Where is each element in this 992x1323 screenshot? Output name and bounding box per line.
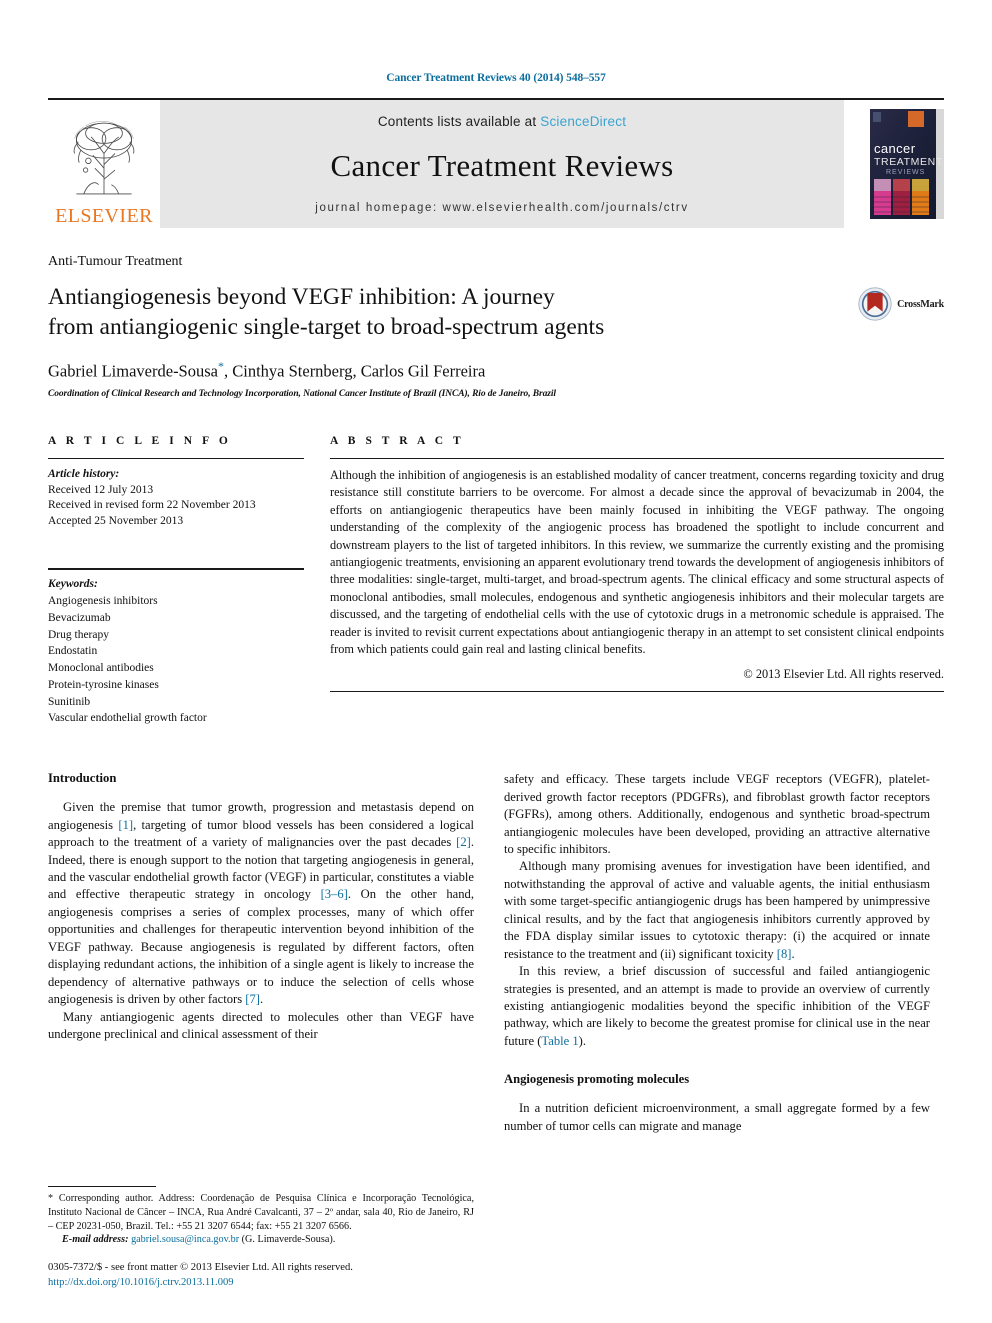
article-info-column: A R T I C L E I N F O Article history: R…	[48, 435, 304, 728]
keyword-item: Monoclonal antibodies	[48, 662, 154, 675]
text-run: . On the other hand, angiogenesis compri…	[48, 887, 474, 1007]
keywords-block: Keywords: Angiogenesis inhibitors Bevaci…	[48, 568, 304, 727]
abstract-bottom-rule	[330, 690, 944, 692]
elsevier-wordmark: ELSEVIER	[55, 205, 153, 227]
article-history-accepted: Accepted 25 November 2013	[48, 515, 184, 528]
title-block: Anti-Tumour Treatment Antiangiogenesis b…	[48, 254, 944, 399]
doi-link[interactable]: http://dx.doi.org/10.1016/j.ctrv.2013.11…	[48, 1276, 474, 1291]
abstract-column: A B S T R A C T Although the inhibition …	[330, 435, 944, 728]
citation-ref[interactable]: [1]	[118, 818, 133, 832]
citation-ref[interactable]: [8]	[777, 947, 792, 961]
article-history-received: Received 12 July 2013	[48, 483, 154, 496]
article-info-heading: A R T I C L E I N F O	[48, 434, 232, 447]
paragraph-right-3: In this review, a brief discussion of su…	[504, 963, 930, 1050]
svg-text:TREATMENT: TREATMENT	[874, 156, 943, 168]
body-column-right: safety and efficacy. These targets inclu…	[504, 771, 930, 1241]
email-note: E-mail address: gabriel.sousa@inca.gov.b…	[48, 1233, 474, 1247]
citation-ref[interactable]: [2]	[456, 835, 471, 849]
paragraph-right-4: In a nutrition deficient microenvironmen…	[504, 1101, 930, 1133]
paragraph-intro-2: Many antiangiogenic agents directed to m…	[48, 1009, 474, 1041]
svg-text:REVIEWS: REVIEWS	[886, 169, 925, 176]
keywords-rule	[48, 568, 304, 571]
section-heading-angiogenesis-promoting-molecules: Angiogenesis promoting molecules	[504, 1072, 690, 1087]
journal-homepage[interactable]: journal homepage: www.elsevierhealth.com…	[315, 202, 688, 214]
article-history-label: Article history:	[48, 467, 120, 480]
paragraph-right-2: Although many promising avenues for inve…	[504, 858, 930, 963]
table-ref-link[interactable]: Table 1	[541, 1034, 578, 1048]
crossmark-icon	[858, 287, 892, 321]
footnote-block: * Corresponding author. Address: Coorden…	[48, 1185, 474, 1291]
crossmark-badge-group[interactable]: CrossMark	[858, 287, 944, 321]
keyword-item: Angiogenesis inhibitors	[48, 595, 158, 608]
body-column-left: Introduction Given the premise that tumo…	[48, 771, 474, 1241]
body-columns: Introduction Given the premise that tumo…	[48, 771, 944, 1241]
running-head: Cancer Treatment Reviews 40 (2014) 548–5…	[386, 72, 606, 84]
citation-ref[interactable]: [3–6]	[321, 887, 348, 901]
email-link[interactable]: gabriel.sousa@inca.gov.br	[131, 1234, 239, 1245]
page-title: Antiangiogenesis beyond VEGF inhibition:…	[48, 283, 748, 342]
author-rest: , Cinthya Sternberg, Carlos Gil Ferreira	[223, 361, 486, 381]
article-history-revised: Received in revised form 22 November 201…	[48, 499, 256, 512]
contents-available-line: Contents lists available at ScienceDirec…	[378, 114, 626, 129]
author-list: Gabriel Limaverde-Sousa*, Cinthya Sternb…	[48, 359, 944, 382]
section-heading-introduction: Introduction	[48, 771, 117, 786]
abstract-rule	[330, 457, 944, 459]
crossmark-label: CrossMark	[897, 298, 944, 310]
article-section-kicker: Anti-Tumour Treatment	[48, 254, 183, 269]
elsevier-tree-icon	[73, 121, 135, 195]
elsevier-logo: ELSEVIER	[48, 100, 160, 228]
contents-prefix: Contents lists available at	[377, 114, 541, 129]
keyword-item: Sunitinib	[48, 695, 91, 708]
abstract-text: Although the inhibition of angiogenesis …	[330, 467, 944, 657]
keyword-item: Drug therapy	[48, 628, 109, 641]
journal-cover-thumbnail: cancer TREATMENT REVIEWS	[844, 100, 944, 228]
keyword-item: Endostatin	[48, 645, 98, 658]
imprint-block: 0305-7372/$ - see front matter © 2013 El…	[48, 1261, 474, 1291]
abstract-copyright: © 2013 Elsevier Ltd. All rights reserved…	[743, 666, 944, 681]
text-run: ).	[578, 1033, 586, 1048]
text-run: Although many promising avenues for inve…	[504, 859, 930, 961]
article-page: Cancer Treatment Reviews 40 (2014) 548–5…	[0, 0, 992, 1323]
paragraph-intro-1: Given the premise that tumor growth, pro…	[48, 799, 474, 1008]
svg-text:cancer: cancer	[874, 141, 916, 156]
keyword-item: Bevacizumab	[48, 611, 111, 624]
keyword-item: Protein-tyrosine kinases	[48, 678, 159, 691]
author-affiliation: Coordination of Clinical Research and Te…	[48, 388, 556, 399]
journal-cover-image: cancer TREATMENT REVIEWS	[870, 109, 944, 219]
journal-title: Cancer Treatment Reviews	[330, 147, 674, 183]
text-run: .	[259, 992, 264, 1007]
title-line-2: from antiangiogenic single-target to bro…	[48, 313, 605, 340]
footnote-rule	[48, 1185, 156, 1187]
paragraph-right-1: safety and efficacy. These targets inclu…	[504, 772, 930, 857]
imprint-line: 0305-7372/$ - see front matter © 2013 El…	[48, 1262, 353, 1274]
info-abstract-region: A R T I C L E I N F O Article history: R…	[48, 435, 944, 728]
author-first: Gabriel Limaverde-Sousa	[48, 361, 218, 381]
masthead-center: Contents lists available at ScienceDirec…	[160, 100, 844, 228]
sciencedirect-link[interactable]: ScienceDirect	[540, 114, 626, 129]
keywords-label: Keywords:	[48, 578, 98, 591]
abstract-heading: A B S T R A C T	[330, 434, 465, 447]
title-line-1: Antiangiogenesis beyond VEGF inhibition:…	[48, 284, 555, 310]
email-suffix: (G. Limaverde-Sousa).	[239, 1234, 336, 1246]
email-label: E-mail address:	[62, 1234, 129, 1246]
keyword-item: Vascular endothelial growth factor	[48, 712, 207, 725]
corresponding-author-note: * Corresponding author. Address: Coorden…	[48, 1192, 474, 1232]
journal-masthead: ELSEVIER Contents lists available at Sci…	[48, 98, 944, 228]
article-info-rule	[48, 457, 304, 459]
citation-ref[interactable]: [7]	[245, 992, 260, 1006]
text-run: .	[791, 946, 795, 961]
